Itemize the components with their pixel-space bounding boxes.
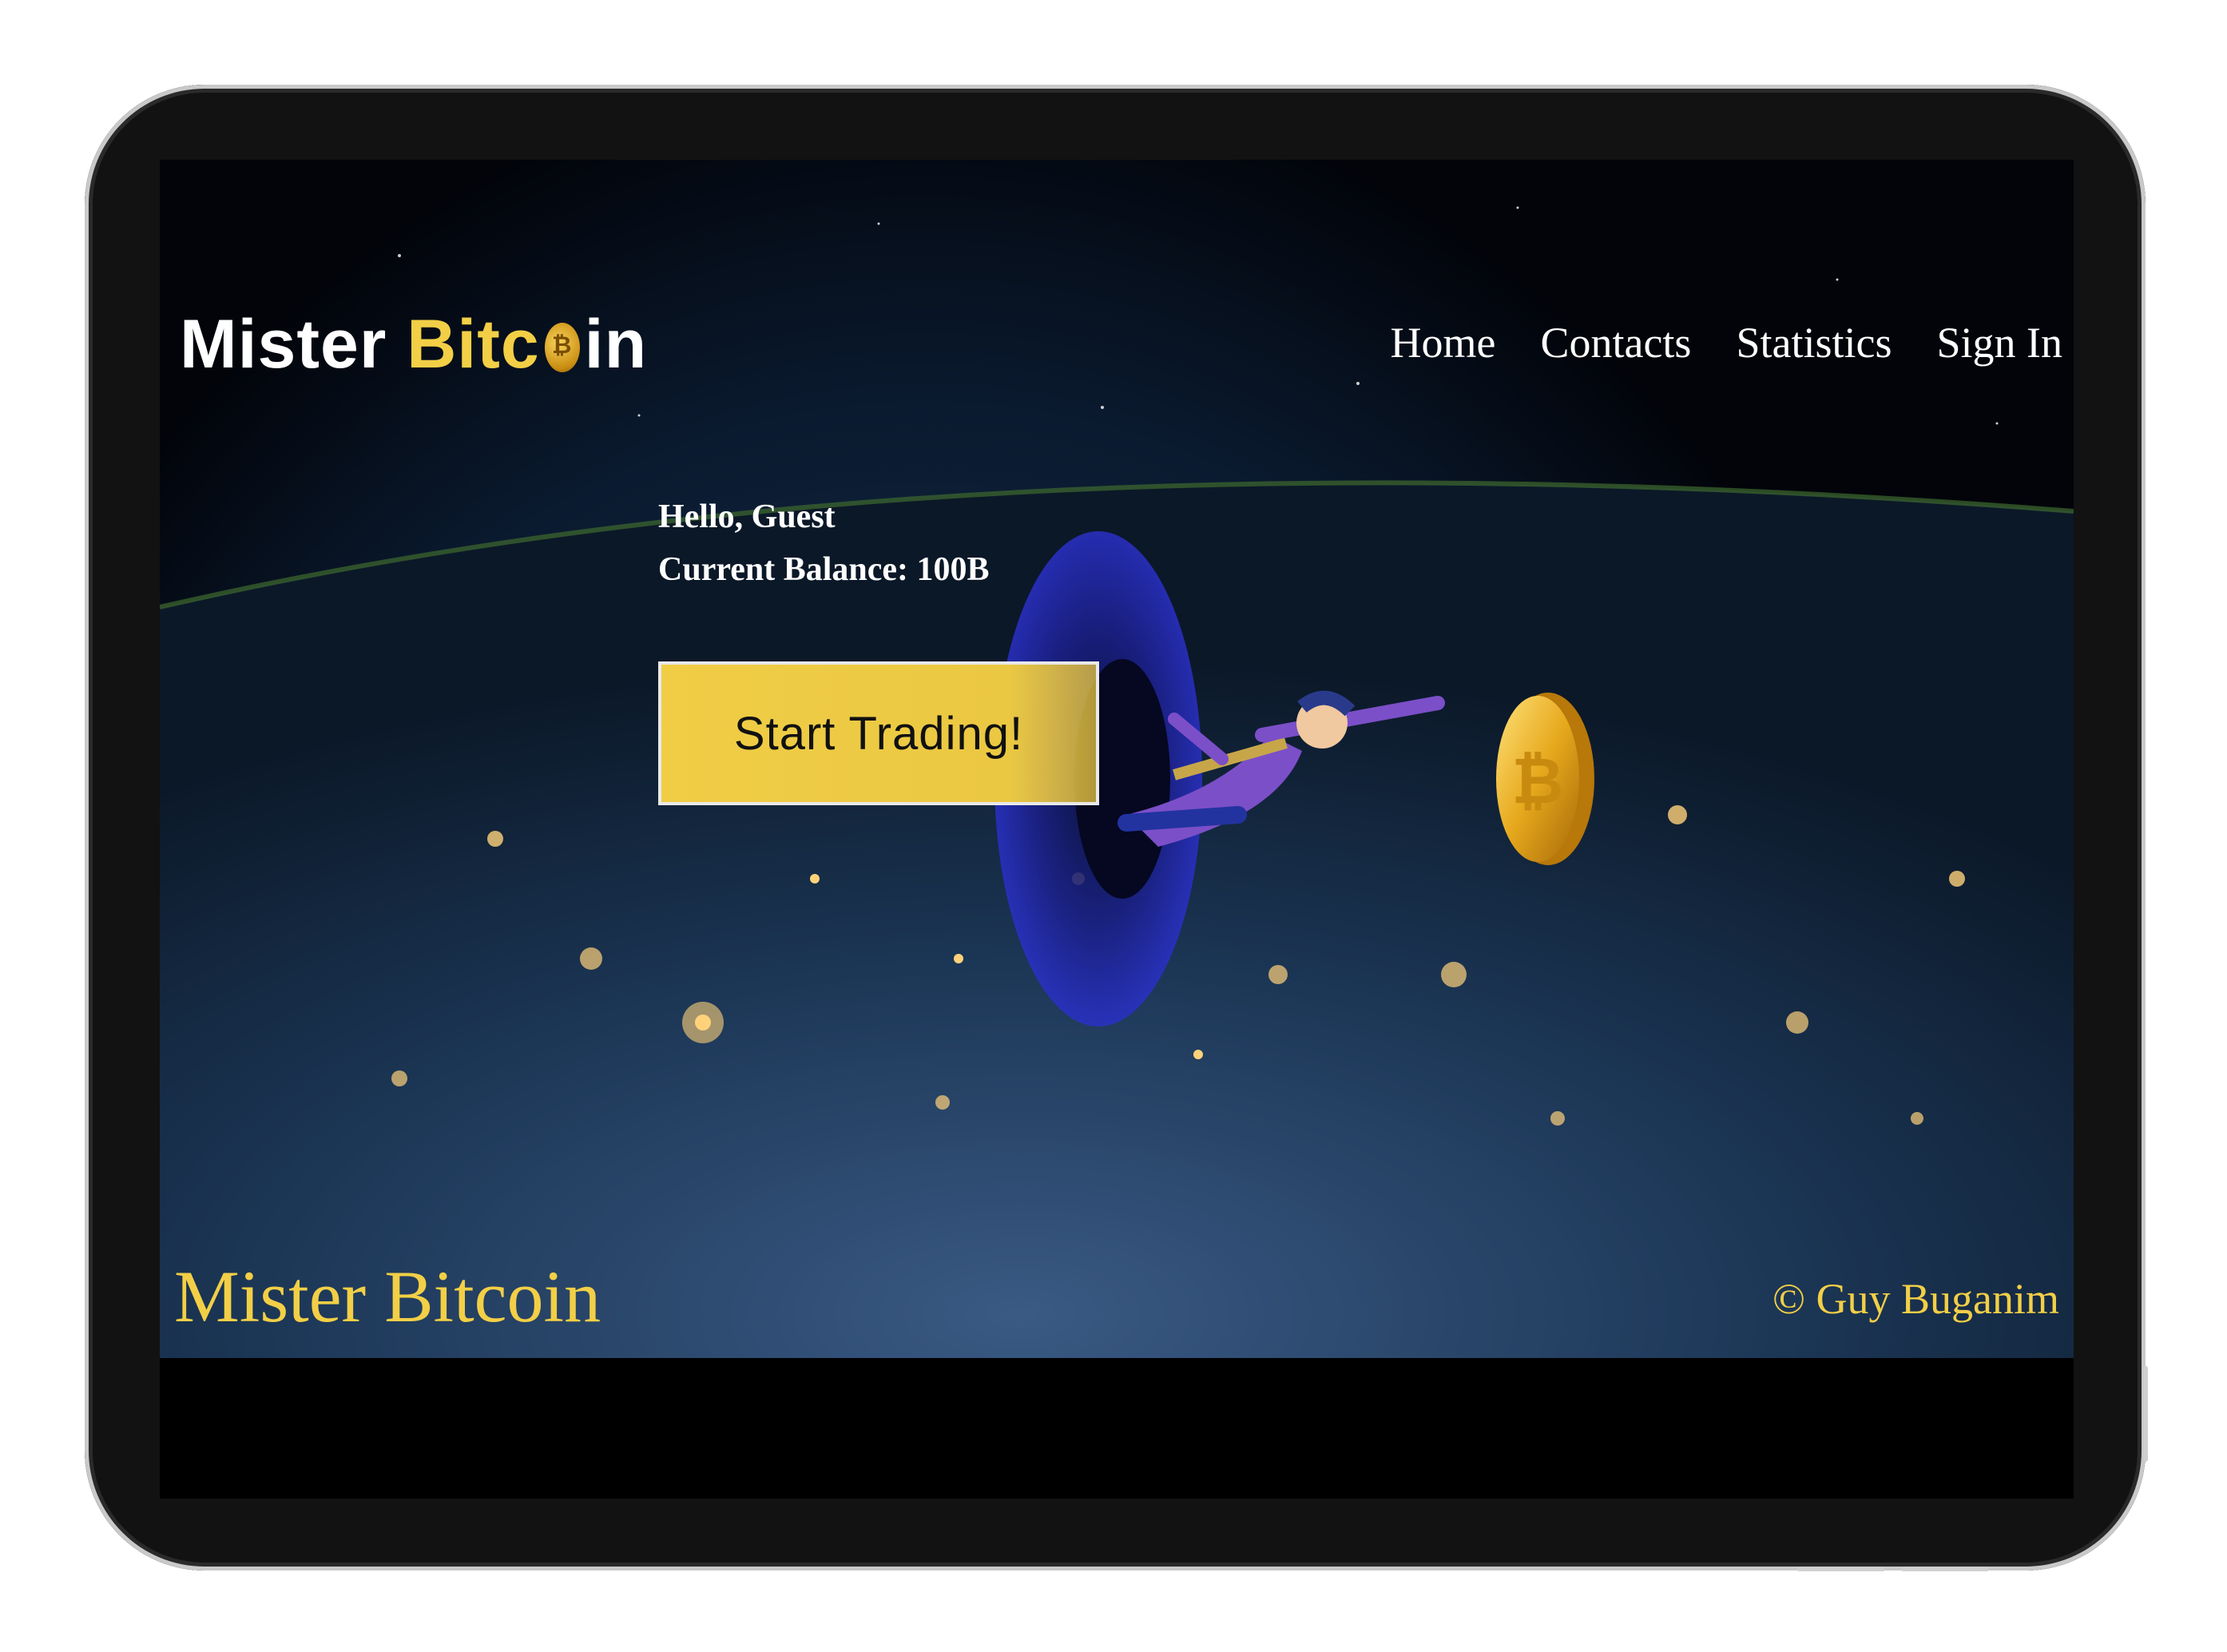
screen: ₿ Mister Bitcin Home Contacts Statistics… xyxy=(160,160,2074,1499)
logo-text-accent: Bitc xyxy=(407,306,540,383)
device-top-button xyxy=(1901,1567,1989,1571)
nav-item-sign-in[interactable]: Sign In xyxy=(1936,318,2062,367)
footer-brand: Mister Bitcoin xyxy=(174,1256,601,1337)
bitcoin-coin-icon xyxy=(544,323,580,372)
start-trading-button[interactable]: Start Trading! xyxy=(658,661,1099,805)
device-side-button xyxy=(2143,1366,2148,1462)
balance-text: Current Balance: 100B xyxy=(658,551,990,588)
site-logo[interactable]: Mister Bitcin xyxy=(180,305,647,384)
greeting-text: Hello, Guest xyxy=(658,498,836,535)
device-top-button xyxy=(1797,1567,1885,1571)
hero-section: ₿ Mister Bitcin Home Contacts Statistics… xyxy=(160,160,2074,1358)
footer-copyright: © Guy Buganim xyxy=(1772,1275,2059,1323)
bitcoin-coin-icon: ₿ xyxy=(1496,693,1594,865)
nav-item-home[interactable]: Home xyxy=(1391,318,1496,367)
nav-item-contacts[interactable]: Contacts xyxy=(1540,318,1691,367)
user-info: Hello, Guest Current Balance: 100B xyxy=(658,490,990,596)
logo-text-suffix: in xyxy=(584,306,648,383)
main-nav: Home Contacts Statistics Sign In xyxy=(1391,318,2063,367)
logo-text-prefix: Mister xyxy=(180,306,407,383)
svg-text:₿: ₿ xyxy=(1511,744,1563,818)
nav-item-statistics[interactable]: Statistics xyxy=(1736,318,1892,367)
